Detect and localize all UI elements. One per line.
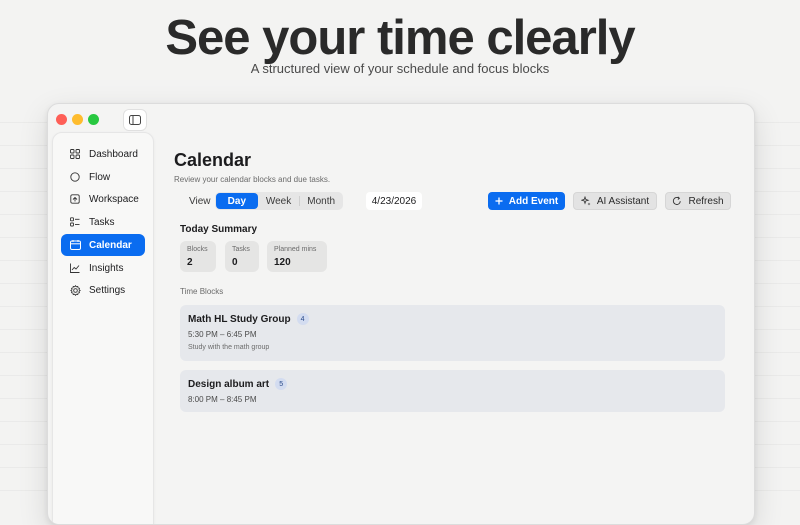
sparkle-icon [580,196,591,206]
time-block-time: 5:30 PM – 6:45 PM [188,330,257,339]
add-event-label: Add Event [508,195,559,207]
view-segmented-control: Day Week Month [215,192,343,210]
chart-line-icon [67,260,83,276]
plus-icon [495,197,503,205]
zoom-window-button[interactable] [88,114,99,125]
time-block-description: Study with the math group [188,344,270,351]
sidebar-toggle-button[interactable] [123,109,147,131]
grid-icon [67,146,83,162]
date-picker[interactable]: 4/23/2026 [366,192,422,210]
ai-assistant-label: AI Assistant [596,195,650,207]
time-block-time: 8:00 PM – 8:45 PM [188,395,257,404]
view-option-day[interactable]: Day [216,193,258,209]
time-block-card[interactable]: Design album art 5 8:00 PM – 8:45 PM [180,370,725,412]
card-title-row: Math HL Study Group 4 [188,313,717,325]
priority-badge: 4 [296,313,309,325]
add-event-button[interactable]: Add Event [488,192,565,210]
sidebar-item-label: Settings [89,284,126,296]
sidebar-item-label: Workspace [89,193,139,205]
sidebar-toggle-icon [129,115,141,125]
sidebar-item-label: Dashboard [89,148,138,160]
gear-icon [67,282,83,298]
close-window-button[interactable] [56,114,67,125]
stat-value: 120 [274,257,291,268]
hero-subtitle: A structured view of your schedule and f… [250,61,550,76]
sidebar-item-label: Tasks [89,216,115,228]
refresh-label: Refresh [688,195,724,207]
time-block-title: Design album art [188,378,270,390]
sidebar-item-dashboard[interactable]: Dashboard [61,143,145,165]
time-blocks-label: Time Blocks [180,287,224,296]
ai-assistant-button[interactable]: AI Assistant [573,192,657,210]
stat-blocks: Blocks 2 [180,241,216,272]
page-subtitle: Review your calendar blocks and due task… [174,175,331,184]
stat-value: 2 [187,257,193,268]
hero-title: See your time clearly [165,11,635,65]
sidebar-item-calendar[interactable]: Calendar [61,234,145,256]
stat-label: Blocks [187,246,208,253]
card-title-row: Design album art 5 [188,378,717,390]
sidebar-item-label: Flow [89,171,111,183]
sidebar-item-settings[interactable]: Settings [61,279,145,301]
priority-badge: 5 [275,378,288,390]
sidebar: Dashboard Flow Workspace Tasks Calendar [52,132,154,524]
minimize-window-button[interactable] [72,114,83,125]
time-block-title: Math HL Study Group [188,313,291,325]
refresh-icon [672,196,682,206]
main-content: Calendar Review your calendar blocks and… [174,104,754,524]
page-title: Calendar [174,150,252,170]
today-summary-title: Today Summary [180,224,258,235]
view-label: View [189,196,211,207]
stat-label: Tasks [232,246,250,253]
app-window: Dashboard Flow Workspace Tasks Calendar [47,103,755,525]
stat-planned-mins: Planned mins 120 [267,241,327,272]
view-option-month[interactable]: Month [300,193,342,209]
checklist-icon [67,214,83,230]
workspace-icon [67,191,83,207]
refresh-button[interactable]: Refresh [665,192,731,210]
stat-label: Planned mins [274,246,317,253]
sidebar-item-label: Insights [89,262,124,274]
time-block-card[interactable]: Math HL Study Group 4 5:30 PM – 6:45 PM … [180,305,725,361]
view-option-week[interactable]: Week [258,193,300,209]
stat-tasks: Tasks 0 [225,241,259,272]
sidebar-item-workspace[interactable]: Workspace [61,188,145,210]
sidebar-item-flow[interactable]: Flow [61,166,145,188]
calendar-icon [67,237,83,253]
circle-icon [67,169,83,185]
sidebar-item-insights[interactable]: Insights [61,257,145,279]
stat-value: 0 [232,257,238,268]
sidebar-item-tasks[interactable]: Tasks [61,211,145,233]
sidebar-item-label: Calendar [89,239,132,251]
